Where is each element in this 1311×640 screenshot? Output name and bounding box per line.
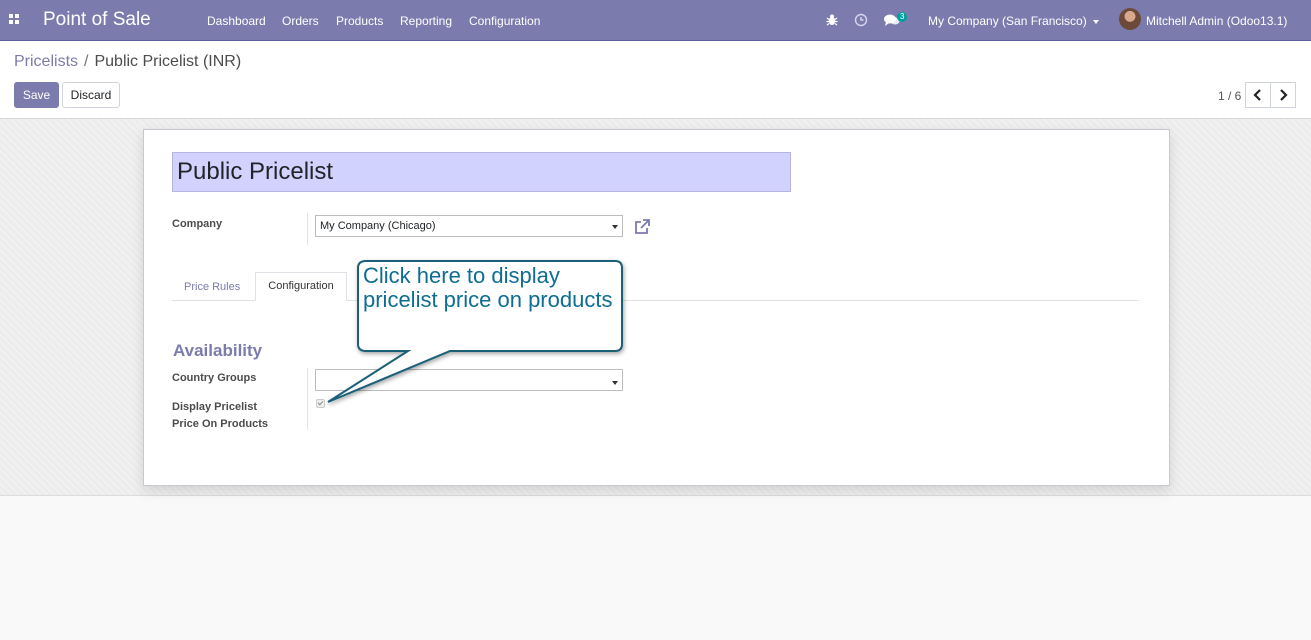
callout-bubble xyxy=(327,260,623,403)
callout-text: Click here to display pricelist price on… xyxy=(363,263,613,312)
